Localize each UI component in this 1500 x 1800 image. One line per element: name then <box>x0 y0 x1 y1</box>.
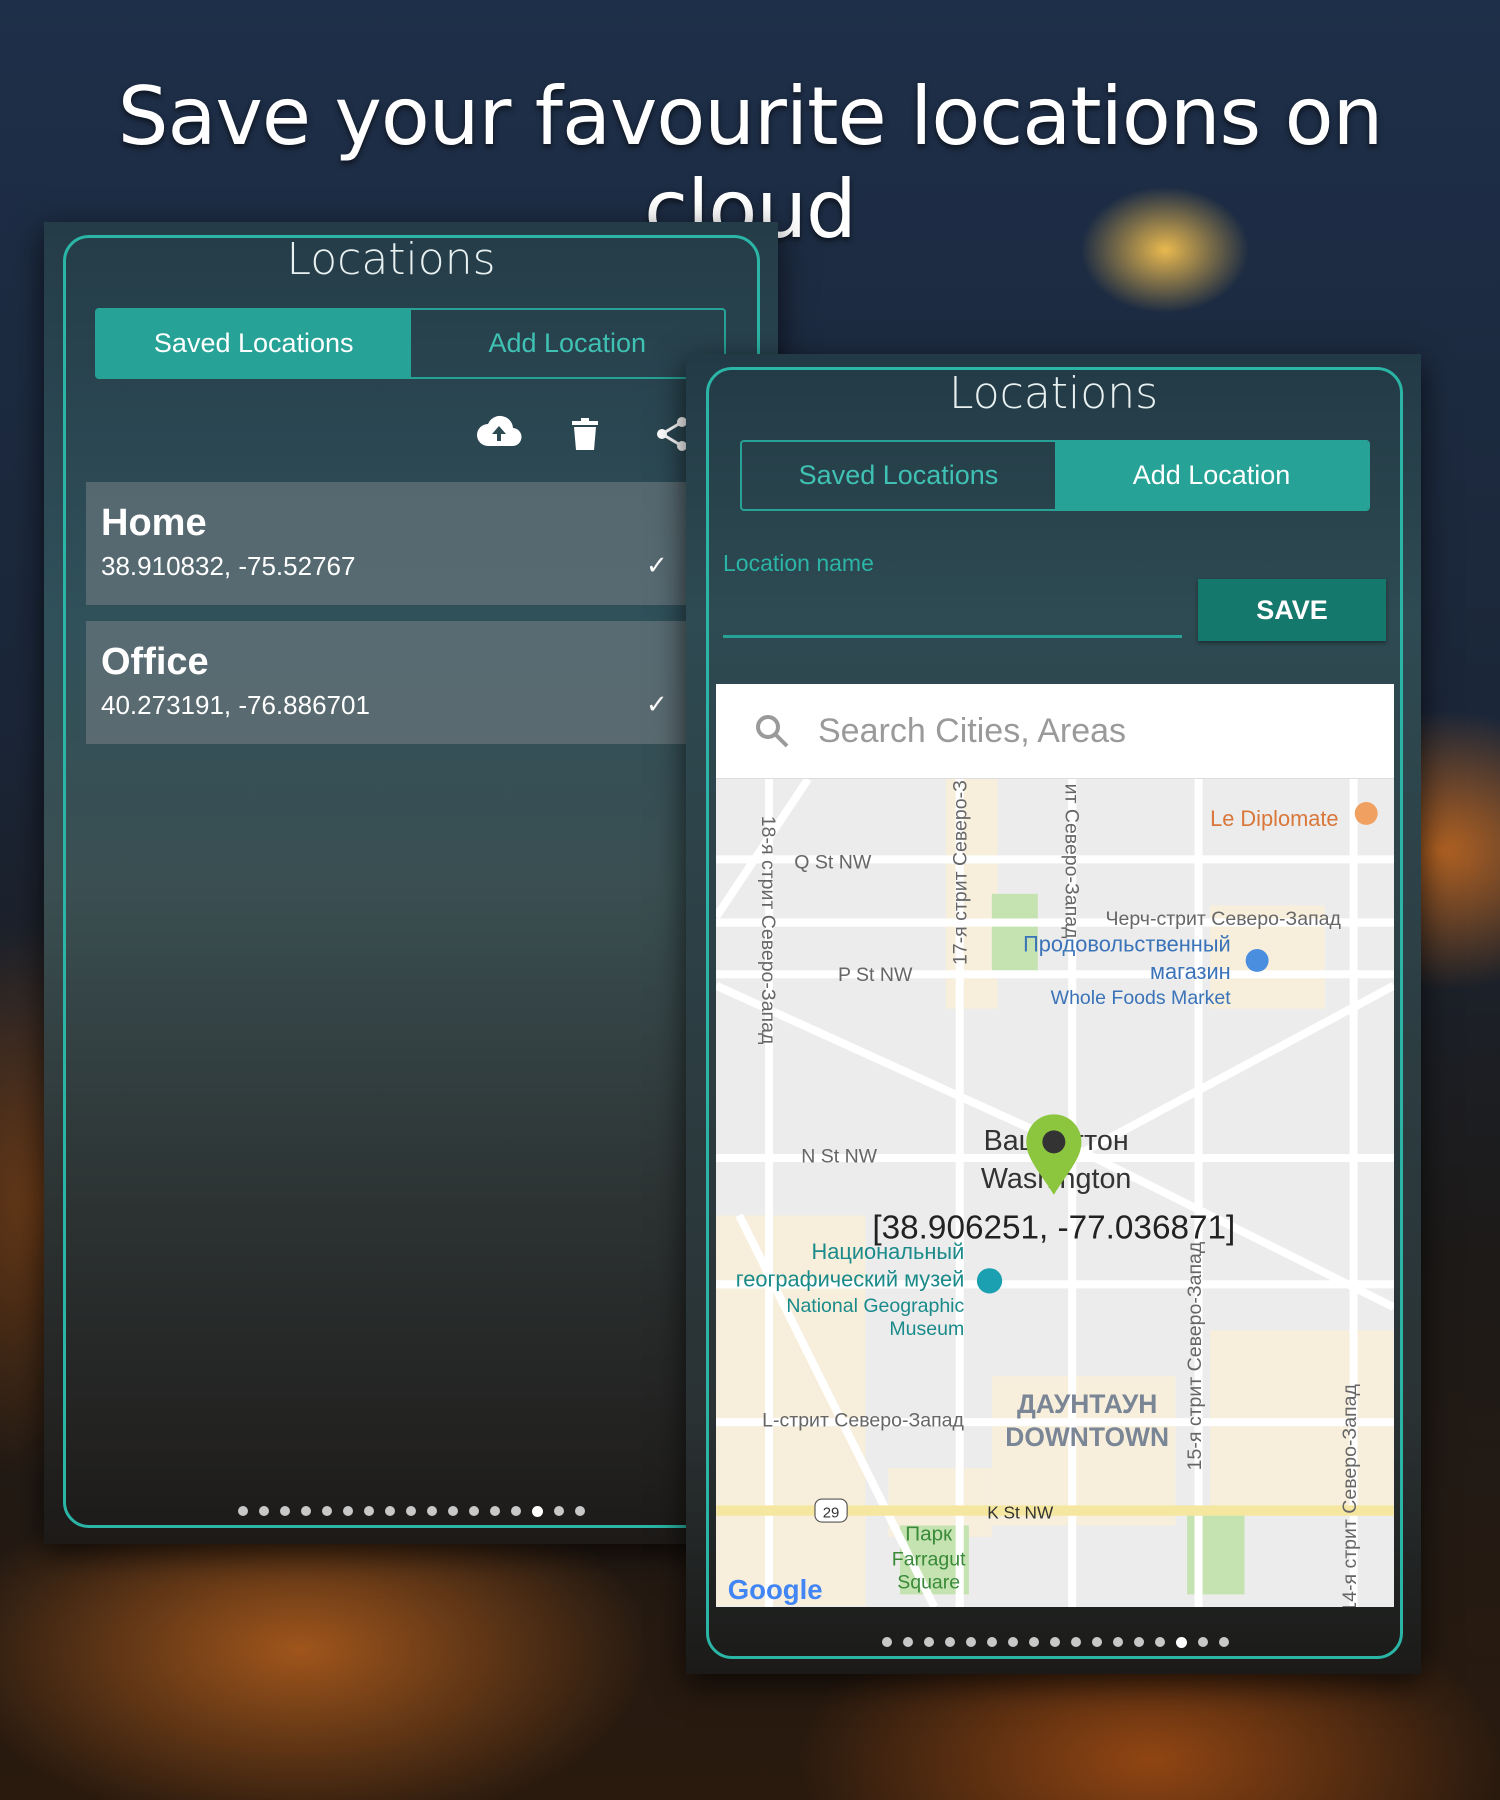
map-area-label: ДАУНТАУН <box>1017 1389 1157 1419</box>
page-dot[interactable] <box>259 1506 269 1516</box>
chevron-down-icon[interactable]: ✓ <box>646 550 668 581</box>
page-dot[interactable] <box>469 1506 479 1516</box>
restaurant-icon <box>1354 801 1378 825</box>
map-area-label: DOWNTOWN <box>1005 1422 1169 1452</box>
save-button[interactable]: SAVE <box>1198 579 1386 641</box>
page-dot[interactable] <box>1113 1637 1123 1647</box>
tab-add-location[interactable]: Add Location <box>411 310 725 377</box>
page-indicator <box>238 1506 585 1517</box>
map-label: P St NW <box>838 964 913 986</box>
tab-saved-locations[interactable]: Saved Locations <box>97 310 411 377</box>
page-dot[interactable] <box>1071 1637 1081 1647</box>
page-dot[interactable] <box>1092 1637 1102 1647</box>
map-label: 15-я стрит Северо-Запад <box>1184 1241 1206 1470</box>
page-dot[interactable] <box>238 1506 248 1516</box>
tab-bar: Saved Locations Add Location <box>95 308 726 379</box>
page-dot[interactable] <box>364 1506 374 1516</box>
page-dot[interactable] <box>490 1506 500 1516</box>
page-dot[interactable] <box>1176 1637 1187 1648</box>
page-dot[interactable] <box>575 1506 585 1516</box>
page-dot[interactable] <box>406 1506 416 1516</box>
map-label: 14-я стрит Северо-Запад <box>1339 1384 1361 1607</box>
map-poi-label: географический музей <box>736 1267 965 1292</box>
location-name-input[interactable] <box>723 586 1182 638</box>
tab-saved-locations[interactable]: Saved Locations <box>742 442 1055 509</box>
map-poi-label: Square <box>897 1572 960 1594</box>
page-dot[interactable] <box>1198 1637 1208 1647</box>
screen-title: Locations <box>286 234 496 285</box>
map-label: ит Северо-Запад <box>1060 784 1082 939</box>
page-dot[interactable] <box>554 1506 564 1516</box>
search-bar[interactable]: Search Cities, Areas <box>716 684 1394 779</box>
map-poi-label: Продовольственный <box>1023 931 1231 956</box>
map-label: 18-я стрит Северо-Запад <box>757 816 779 1045</box>
search-input[interactable]: Search Cities, Areas <box>818 712 1126 751</box>
map-poi-label: National Geographic <box>786 1295 964 1317</box>
page-dot[interactable] <box>511 1506 521 1516</box>
location-coords: 38.910832, -75.52767 <box>101 551 356 581</box>
map-label: K St NW <box>987 1503 1054 1523</box>
map-poi-label: Le Diplomate <box>1210 806 1338 831</box>
tab-add-location[interactable]: Add Location <box>1055 442 1368 509</box>
chevron-down-icon[interactable]: ✓ <box>646 689 668 720</box>
page-dot[interactable] <box>1050 1637 1060 1647</box>
trash-icon[interactable] <box>572 418 598 455</box>
share-icon[interactable] <box>654 416 690 457</box>
page-dot[interactable] <box>882 1637 892 1647</box>
page-dot[interactable] <box>343 1506 353 1516</box>
page-dot[interactable] <box>903 1637 913 1647</box>
route-shield: 29 <box>823 1504 840 1521</box>
page-dot[interactable] <box>1155 1637 1165 1647</box>
location-coords: 40.273191, -76.886701 <box>101 690 370 720</box>
page-dot[interactable] <box>1134 1637 1144 1647</box>
map-label: 17-я стрит Северо-З <box>950 780 972 965</box>
search-icon <box>756 715 789 748</box>
map-label: Q St NW <box>794 852 872 874</box>
tab-bar: Saved Locations Add Location <box>740 440 1370 511</box>
google-logo: Google <box>728 1574 823 1605</box>
page-dot[interactable] <box>1219 1637 1229 1647</box>
map-canvas[interactable]: Q St NW P St NW N St NW Черч-стрит Север… <box>712 776 1396 1613</box>
map-label: L-стрит Северо-Запад <box>762 1410 964 1432</box>
cloud-upload-icon[interactable] <box>476 414 522 453</box>
page-dot[interactable] <box>1029 1637 1039 1647</box>
page-dot[interactable] <box>280 1506 290 1516</box>
saved-locations-screen: Locations Saved Locations Add Location H… <box>44 222 778 1544</box>
map-view[interactable]: Search Cities, Areas Q St NW P St NW N S… <box>712 684 1396 1613</box>
location-item-home[interactable]: Home 38.910832, -75.52767 ✓ <box>86 482 778 605</box>
map-label: Черч-стрит Северо-Запад <box>1106 908 1342 930</box>
page-dot[interactable] <box>301 1506 311 1516</box>
map-poi-label: магазин <box>1150 959 1231 984</box>
page-indicator <box>882 1637 1229 1648</box>
map-poi-label: Museum <box>889 1318 964 1340</box>
location-name-label: Location name <box>723 550 874 576</box>
location-name: Office <box>101 641 209 683</box>
location-name: Home <box>101 502 207 544</box>
selected-coordinates: [38.906251, -77.036871] <box>872 1209 1235 1246</box>
page-dot[interactable] <box>945 1637 955 1647</box>
page-dot[interactable] <box>987 1637 997 1647</box>
map-poi-label: Farragut <box>892 1549 966 1571</box>
museum-icon <box>976 1268 1003 1294</box>
map-poi-label: Whole Foods Market <box>1051 987 1232 1009</box>
page-dot[interactable] <box>924 1637 934 1647</box>
screen-title: Locations <box>948 368 1159 419</box>
page-dot[interactable] <box>448 1506 458 1516</box>
map-poi-label: Парк <box>905 1522 953 1545</box>
page-dot[interactable] <box>385 1506 395 1516</box>
page-dot[interactable] <box>532 1506 543 1517</box>
shopping-cart-icon <box>1245 948 1269 972</box>
map-label: N St NW <box>801 1146 877 1168</box>
page-dot[interactable] <box>966 1637 976 1647</box>
page-dot[interactable] <box>322 1506 332 1516</box>
page-dot[interactable] <box>427 1506 437 1516</box>
location-item-office[interactable]: Office 40.273191, -76.886701 ✓ <box>86 621 778 744</box>
page-dot[interactable] <box>1008 1637 1018 1647</box>
